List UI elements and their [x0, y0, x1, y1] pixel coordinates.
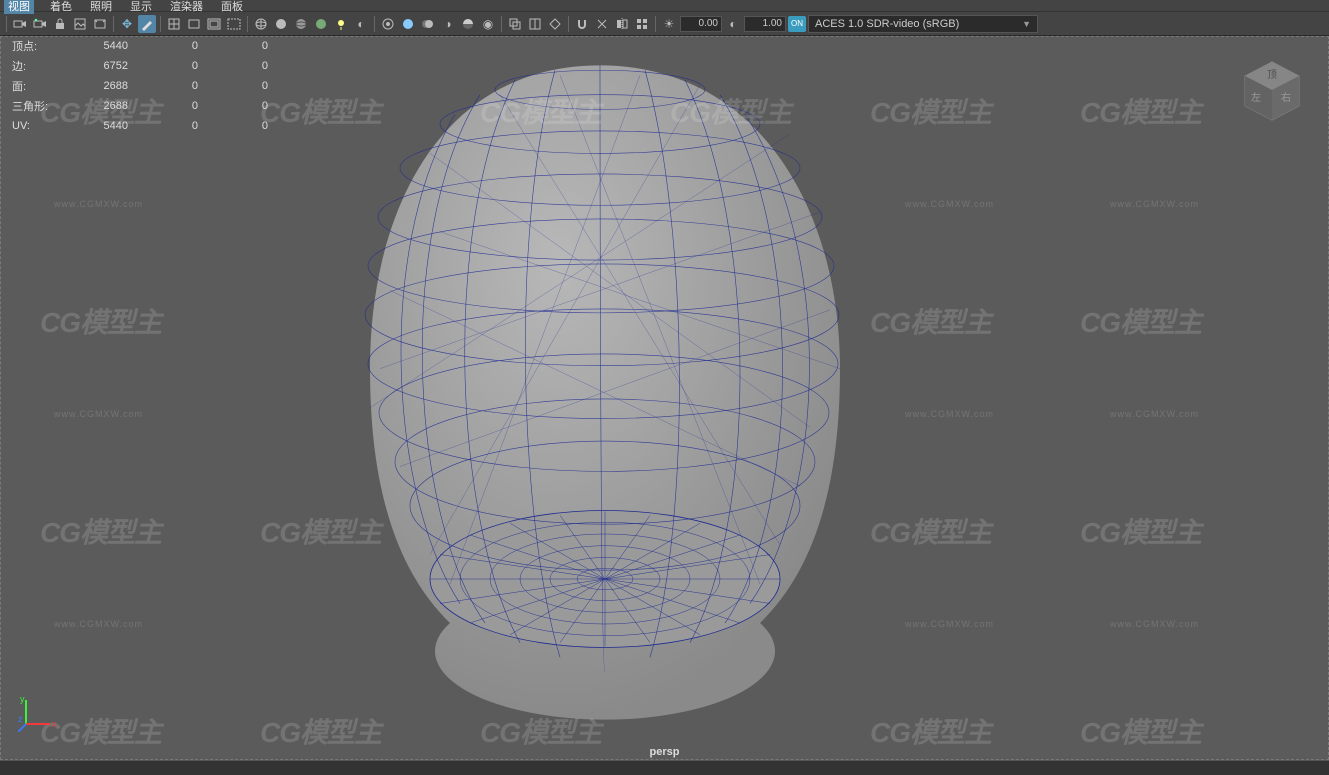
shaded-icon[interactable] — [272, 15, 290, 33]
wireframe-icon[interactable] — [252, 15, 270, 33]
resolution-gate-icon[interactable] — [185, 15, 203, 33]
xray-joints-icon[interactable] — [526, 15, 544, 33]
shadows-icon[interactable]: ◐ — [352, 15, 370, 33]
component-mode-icon[interactable] — [633, 15, 651, 33]
dof-icon[interactable]: ◉ — [479, 15, 497, 33]
toolbar-separator — [113, 16, 114, 32]
viewport[interactable]: CG模型主 CG模型主 CG模型主 CG模型主 CG模型主 CG模型主 www.… — [0, 36, 1329, 760]
hud-row-edges: 边: 6752 0 0 — [12, 56, 272, 76]
hud-row-verts: 顶点: 5440 0 0 — [12, 36, 272, 56]
toolbar-separator — [247, 16, 248, 32]
motion-blur-icon[interactable] — [419, 15, 437, 33]
color-space-dropdown[interactable]: ACES 1.0 SDR-video (sRGB) ▼ — [808, 15, 1038, 33]
model-wireframe — [0, 36, 1329, 760]
camera-lock-icon[interactable] — [51, 15, 69, 33]
snap-icon[interactable] — [593, 15, 611, 33]
gate-mask-icon[interactable] — [205, 15, 223, 33]
bottom-strip — [0, 760, 1329, 775]
menu-item-renderer[interactable]: 渲染器 — [168, 0, 205, 14]
select-camera-icon[interactable] — [11, 15, 29, 33]
gamma-field[interactable] — [744, 16, 786, 32]
magnet-icon[interactable] — [573, 15, 591, 33]
camera-bookmark-icon[interactable] — [31, 15, 49, 33]
safe-area-icon[interactable] — [225, 15, 243, 33]
color-management-toggle[interactable]: ON — [788, 16, 806, 32]
toolbar-separator — [501, 16, 502, 32]
xray-components-icon[interactable] — [546, 15, 564, 33]
hud-row-uvs: UV: 5440 0 0 — [12, 116, 272, 136]
hud-row-faces: 面: 2688 0 0 — [12, 76, 272, 96]
menubar: 视图 着色 照明 显示 渲染器 面板 — [0, 0, 1329, 12]
menu-item-show[interactable]: 显示 — [128, 0, 154, 14]
viewport-toolbar: ✥ ◐ ◑ ◉ ☀ ◐ ON ACES 1.0 SDR-video (sRGB)… — [0, 12, 1329, 36]
ao-icon[interactable]: ◑ — [439, 15, 457, 33]
symmetry-icon[interactable] — [613, 15, 631, 33]
textured-icon[interactable] — [312, 15, 330, 33]
exposure-icon[interactable]: ☀ — [660, 15, 678, 33]
menu-item-panels[interactable]: 面板 — [219, 0, 245, 14]
hud-row-tris: 三角形: 2688 0 0 — [12, 96, 272, 116]
gamma-icon[interactable]: ◐ — [724, 15, 742, 33]
use-lights-icon[interactable] — [332, 15, 350, 33]
toolbar-separator — [568, 16, 569, 32]
isolate-icon[interactable] — [379, 15, 397, 33]
svg-text:y: y — [20, 694, 25, 704]
toolbar-separator — [374, 16, 375, 32]
menu-item-shading[interactable]: 着色 — [48, 0, 74, 14]
toolbar-separator — [655, 16, 656, 32]
grease-pencil-icon[interactable] — [138, 15, 156, 33]
svg-text:右: 右 — [1281, 91, 1291, 104]
wireframe-shaded-icon[interactable] — [292, 15, 310, 33]
xray-icon[interactable] — [506, 15, 524, 33]
film-gate-icon[interactable] — [91, 15, 109, 33]
grid-icon[interactable] — [165, 15, 183, 33]
color-space-label: ACES 1.0 SDR-video (sRGB) — [815, 18, 959, 30]
polycount-hud: 顶点: 5440 0 0 边: 6752 0 0 面: 2688 0 0 三角形… — [12, 36, 272, 136]
chevron-down-icon: ▼ — [1022, 19, 1031, 29]
menu-item-lighting[interactable]: 照明 — [88, 0, 114, 14]
2d-pan-icon[interactable]: ✥ — [118, 15, 136, 33]
svg-text:x: x — [52, 719, 57, 729]
toolbar-separator — [6, 16, 7, 32]
anti-alias-icon[interactable] — [459, 15, 477, 33]
smooth-icon[interactable] — [399, 15, 417, 33]
axis-gizmo[interactable]: y x z — [18, 692, 58, 732]
image-plane-icon[interactable] — [71, 15, 89, 33]
menu-item-view[interactable]: 视图 — [4, 0, 34, 14]
svg-text:z: z — [18, 714, 23, 724]
svg-text:左: 左 — [1251, 91, 1261, 104]
toolbar-separator — [160, 16, 161, 32]
camera-label: persp — [0, 746, 1329, 758]
svg-text:顶: 顶 — [1267, 69, 1277, 81]
exposure-field[interactable] — [680, 16, 722, 32]
viewcube[interactable]: 顶 右 左 — [1237, 56, 1307, 126]
